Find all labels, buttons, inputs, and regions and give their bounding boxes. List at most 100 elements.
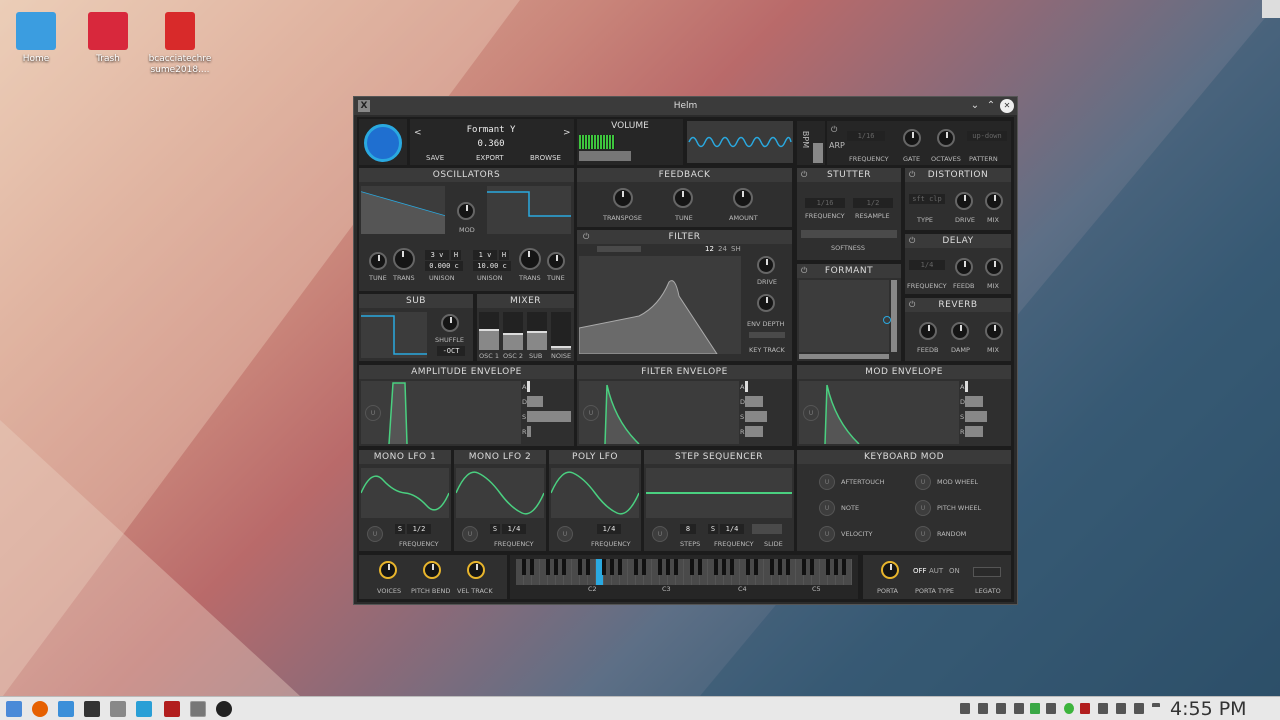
filter-env-release-slider[interactable] xyxy=(745,426,763,437)
arp-power-icon[interactable]: ⏻ xyxy=(831,125,840,134)
feedback-transpose-knob[interactable] xyxy=(613,188,633,208)
filter-response-graph[interactable] xyxy=(578,256,741,355)
maximize-button[interactable]: ⌃ xyxy=(984,99,998,113)
black-key[interactable] xyxy=(753,559,759,575)
black-key[interactable] xyxy=(785,559,791,575)
vel-track-knob[interactable] xyxy=(467,561,485,579)
black-key[interactable] xyxy=(657,559,663,575)
delay-feedback-knob[interactable] xyxy=(955,258,973,276)
prev-preset-button[interactable]: < xyxy=(414,128,422,138)
black-key[interactable] xyxy=(689,559,695,575)
mixer-channel-fader[interactable] xyxy=(503,312,523,350)
reverb-power-icon[interactable]: ⏻ xyxy=(909,300,918,309)
tray-icon-6[interactable] xyxy=(1046,703,1056,714)
black-key[interactable] xyxy=(833,559,839,575)
black-key[interactable] xyxy=(553,559,559,575)
black-key[interactable] xyxy=(841,559,847,575)
app-launcher-icon[interactable] xyxy=(6,701,22,717)
keyboard[interactable]: C2 C3 C4 C5 xyxy=(510,555,858,599)
mixer-channel-fader[interactable] xyxy=(527,312,547,350)
formant-power-icon[interactable]: ⏻ xyxy=(801,266,810,275)
delay-power-icon[interactable]: ⏻ xyxy=(909,236,918,245)
osc1-voices[interactable]: 3 v xyxy=(425,250,449,260)
desktop-icon-pdf[interactable]: bcacciatechre sume2018.... xyxy=(148,12,212,76)
osc2-waveform[interactable] xyxy=(487,186,571,234)
app-x-icon[interactable]: X xyxy=(358,100,370,112)
mod-env-mod-source-icon[interactable]: ∪ xyxy=(803,405,819,421)
formant-xy-handle[interactable] xyxy=(883,316,891,324)
tray-icon-3[interactable] xyxy=(996,703,1006,714)
porta-type-on[interactable]: ON xyxy=(949,567,960,575)
black-key[interactable] xyxy=(585,559,591,575)
filter-mode-sh[interactable]: SH xyxy=(731,245,741,253)
filter-mode-12[interactable]: 12 xyxy=(705,245,714,253)
black-key[interactable] xyxy=(809,559,815,575)
save-button[interactable]: SAVE xyxy=(426,154,444,162)
step-seq-slide-slider[interactable] xyxy=(752,524,782,534)
tray-expand-icon[interactable] xyxy=(1152,703,1160,714)
mono-lfo2-frequency-display[interactable]: 1/4 xyxy=(502,524,526,534)
black-key[interactable] xyxy=(641,559,647,575)
arp-frequency-display[interactable]: 1/16 xyxy=(847,131,885,141)
black-key[interactable] xyxy=(545,559,551,575)
amp-env-attack-slider[interactable] xyxy=(527,381,530,392)
distortion-drive-knob[interactable] xyxy=(955,192,973,210)
random-mod-icon[interactable]: ∪ xyxy=(915,526,931,542)
osc1-detune[interactable]: 0.000 c xyxy=(425,261,463,271)
desktop-icon-home[interactable]: Home xyxy=(4,12,68,65)
volume-slider[interactable] xyxy=(579,151,631,161)
porta-type-off[interactable]: OFF xyxy=(913,567,927,575)
delay-mix-knob[interactable] xyxy=(985,258,1003,276)
step-sequencer-graph[interactable] xyxy=(646,468,792,518)
arp-gate-knob[interactable] xyxy=(903,129,921,147)
firefox-icon[interactable] xyxy=(32,701,48,717)
export-button[interactable]: EXPORT xyxy=(476,154,504,162)
pitch-bend-knob[interactable] xyxy=(423,561,441,579)
black-key[interactable] xyxy=(521,559,527,575)
clock[interactable]: 4:55 PM xyxy=(1170,697,1247,720)
close-button[interactable]: ✕ xyxy=(1000,99,1014,113)
osc1-harmonize[interactable]: H xyxy=(451,250,461,260)
osc2-trans-knob[interactable] xyxy=(519,248,541,270)
reverb-feedback-knob[interactable] xyxy=(919,322,937,340)
next-preset-button[interactable]: > xyxy=(563,128,571,138)
mono-lfo2-graph[interactable] xyxy=(455,468,545,518)
arp-pattern-display[interactable]: up-down xyxy=(967,131,1007,141)
formant-xy-pad[interactable] xyxy=(799,280,891,352)
mod-envelope-graph[interactable]: ∪ xyxy=(799,381,959,445)
velocity-mod-icon[interactable]: ∪ xyxy=(819,526,835,542)
osc2-tune-knob[interactable] xyxy=(547,252,565,270)
black-key[interactable] xyxy=(713,559,719,575)
filter-blend-slider[interactable] xyxy=(597,246,641,252)
pdf-viewer-icon[interactable] xyxy=(164,701,180,717)
osc1-tune-knob[interactable] xyxy=(369,252,387,270)
filter-env-depth-knob[interactable] xyxy=(757,294,775,312)
poly-lfo-mod-source-icon[interactable]: ∪ xyxy=(557,526,573,542)
black-key[interactable] xyxy=(825,559,831,575)
mod-env-decay-slider[interactable] xyxy=(965,396,983,407)
filter-env-mod-source-icon[interactable]: ∪ xyxy=(583,405,599,421)
black-key[interactable] xyxy=(633,559,639,575)
black-key[interactable] xyxy=(529,559,535,575)
formant-x-slider[interactable] xyxy=(799,354,889,359)
formant-y-slider[interactable] xyxy=(891,280,897,352)
sub-octave-display[interactable]: -OCT xyxy=(437,346,465,356)
stutter-resample-display[interactable]: 1/2 xyxy=(853,198,893,208)
stutter-power-icon[interactable]: ⏻ xyxy=(801,170,810,179)
file-manager-icon[interactable] xyxy=(58,701,74,717)
filter-key-track-slider[interactable] xyxy=(749,332,785,338)
distortion-power-icon[interactable]: ⏻ xyxy=(909,170,918,179)
mono-lfo2-sync[interactable]: S xyxy=(490,524,500,534)
osc2-harmonize[interactable]: H xyxy=(499,250,509,260)
amp-env-sustain-slider[interactable] xyxy=(527,411,571,422)
step-seq-steps-display[interactable]: 8 xyxy=(680,524,696,534)
delay-frequency-display[interactable]: 1/4 xyxy=(909,260,945,270)
mono-lfo1-mod-source-icon[interactable]: ∪ xyxy=(367,526,383,542)
feedback-tune-knob[interactable] xyxy=(673,188,693,208)
tray-icon-4[interactable] xyxy=(1014,703,1024,714)
black-key[interactable] xyxy=(745,559,751,575)
mod-env-release-slider[interactable] xyxy=(965,426,983,437)
tray-icon-7[interactable] xyxy=(1064,703,1074,714)
sub-shuffle-knob[interactable] xyxy=(441,314,459,332)
black-key[interactable] xyxy=(801,559,807,575)
